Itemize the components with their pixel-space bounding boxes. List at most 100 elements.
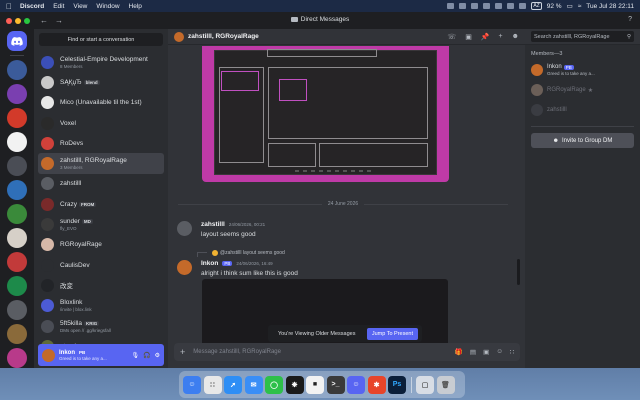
- dm-list-item[interactable]: 5ft5killa KRIG DMs open // .gg/kriegsfall: [38, 316, 164, 336]
- dm-list-item[interactable]: sunder MD fly_EVO: [38, 214, 164, 234]
- tray-icon[interactable]: [447, 3, 455, 9]
- server-icon[interactable]: [7, 252, 27, 272]
- message-avatar[interactable]: [177, 221, 192, 236]
- tray-icon[interactable]: [507, 3, 515, 9]
- server-icon[interactable]: [7, 132, 27, 152]
- discord-home-button[interactable]: [7, 31, 27, 51]
- microphone-icon[interactable]: 🎙: [132, 352, 140, 359]
- downloads-stack-icon[interactable]: ▢: [416, 375, 434, 394]
- menu-edit[interactable]: Edit: [53, 3, 64, 10]
- server-icon[interactable]: [7, 180, 27, 200]
- member-item[interactable]: RGRoyalRage ★: [525, 80, 640, 100]
- dm-list-item[interactable]: RGRoyalRage: [38, 235, 164, 255]
- voice-call-icon[interactable]: ☏: [447, 33, 456, 41]
- tray-icon[interactable]: [495, 3, 503, 9]
- battery-icon[interactable]: ▭: [567, 2, 573, 10]
- server-icon[interactable]: [7, 300, 27, 320]
- dm-list-item[interactable]: zahstilll, RGRoyalRage 3 Members: [38, 153, 164, 174]
- tray-icon[interactable]: [483, 3, 491, 9]
- sticker-icon[interactable]: ▣: [483, 348, 489, 356]
- keyboard-layout-indicator[interactable]: AZ: [531, 2, 542, 10]
- safari-icon[interactable]: ➚: [224, 375, 242, 394]
- apps-icon[interactable]: ∷: [510, 348, 514, 356]
- terminal-icon[interactable]: >_: [326, 375, 345, 394]
- server-icon[interactable]: [7, 348, 27, 368]
- server-icon[interactable]: [7, 156, 27, 176]
- menu-clock[interactable]: Tue Jul 28 22:11: [586, 3, 634, 10]
- tray-icon[interactable]: [519, 3, 527, 9]
- menu-app-name[interactable]: Discord: [20, 3, 44, 10]
- direct-messages-icon: [290, 16, 298, 22]
- wifi-icon[interactable]: ≈: [578, 3, 582, 10]
- message-author[interactable]: Inkon: [201, 260, 218, 267]
- member-item[interactable]: zahstilll: [525, 100, 640, 120]
- search-input[interactable]: Search zahstilll, RGRoyalRage ⚲: [531, 31, 634, 42]
- trash-icon[interactable]: 🗑: [436, 375, 455, 394]
- message-image-attachment[interactable]: [202, 46, 449, 182]
- tray-icon[interactable]: [459, 3, 467, 9]
- launchpad-icon[interactable]: ∷: [203, 375, 222, 394]
- dm-list-item[interactable]: ЅĄҚџЂ blend: [38, 72, 164, 92]
- user-panel: Inkon PB Greed is to take any a... 🎙 🎧 ⚙: [38, 344, 164, 366]
- roblox-icon[interactable]: ■: [306, 375, 324, 394]
- message-timestamp: 24/06/2026, 16:49: [236, 261, 273, 266]
- video-call-icon[interactable]: ▣: [465, 33, 472, 41]
- invite-to-group-dm-button[interactable]: ☻ Invite to Group DM: [531, 133, 634, 148]
- dm-list-item[interactable]: CaulisDev: [38, 255, 164, 275]
- user-tag: PB: [77, 350, 88, 355]
- message-input[interactable]: Message zahstilll, RGRoyalRage: [193, 349, 281, 355]
- message-author[interactable]: zahstilll: [201, 221, 225, 228]
- discord-icon[interactable]: ☺: [347, 375, 365, 394]
- menu-view[interactable]: View: [73, 3, 87, 10]
- server-icon[interactable]: [7, 204, 27, 224]
- jump-to-present-button[interactable]: Jump To Present: [366, 327, 418, 340]
- server-icon[interactable]: [7, 60, 27, 80]
- member-item[interactable]: Inkon PB Greed is to take any a...: [525, 60, 640, 80]
- gear-icon[interactable]: ⚙: [155, 352, 160, 359]
- add-friends-icon[interactable]: +: [499, 33, 503, 41]
- macos-dock: ☺ ∷ ➚ ✉ ◯ ❋ ■ >_ ☺ ✱ Ps ▢ 🗑: [179, 371, 465, 398]
- chat-scrollbar[interactable]: [517, 259, 520, 285]
- find-conversation-button[interactable]: Find or start a conversation: [39, 33, 163, 46]
- apple-menu-icon[interactable]: : [6, 2, 12, 11]
- headphones-icon[interactable]: 🎧: [143, 352, 150, 359]
- server-icon[interactable]: [7, 84, 27, 104]
- user-avatar[interactable]: [42, 348, 55, 362]
- dm-list-item[interactable]: Mico (Unavailable til the 1st): [38, 93, 164, 113]
- mail-icon[interactable]: ✉: [244, 375, 263, 394]
- dm-name: Crazy: [60, 200, 77, 208]
- dm-list-item[interactable]: Crazy FROM: [38, 194, 164, 214]
- menu-help[interactable]: Help: [129, 3, 142, 10]
- gift-icon[interactable]: 🎁: [455, 348, 463, 356]
- pin-icon[interactable]: 📌: [481, 33, 490, 41]
- member-avatar: [531, 84, 543, 96]
- message-avatar[interactable]: [177, 260, 192, 275]
- server-icon[interactable]: [7, 276, 27, 296]
- dm-list-item[interactable]: 改変: [38, 275, 164, 295]
- emoji-icon[interactable]: ☺: [496, 348, 503, 356]
- gif-icon[interactable]: ▤: [470, 348, 476, 356]
- photoshop-icon[interactable]: Ps: [388, 375, 406, 394]
- star-icon: ★: [587, 87, 594, 94]
- menu-window[interactable]: Window: [96, 3, 119, 10]
- dm-list-item[interactable]: Celestial-Empire Development 8 Members: [38, 52, 164, 72]
- reply-reference[interactable]: @zahstilll layout seems good: [197, 249, 285, 257]
- server-icon[interactable]: [7, 228, 27, 248]
- tray-icon[interactable]: [471, 3, 479, 9]
- dm-tag: FROM: [78, 201, 97, 207]
- chatgpt-icon[interactable]: ❋: [285, 375, 304, 394]
- dm-list-item[interactable]: Bloxlink/invite | blox.link: [38, 296, 164, 316]
- upload-plus-icon[interactable]: +: [180, 347, 185, 357]
- spark-icon[interactable]: ✱: [367, 375, 386, 394]
- battery-percent[interactable]: 92 %: [547, 3, 562, 10]
- dm-list-item[interactable]: RoDevs: [38, 133, 164, 153]
- server-icon[interactable]: [7, 108, 27, 128]
- chat-title[interactable]: zahstilll, RGRoyalRage: [188, 33, 259, 40]
- finder-icon[interactable]: ☺: [183, 375, 201, 394]
- dm-list-item[interactable]: Voxel: [38, 113, 164, 133]
- server-icon[interactable]: [7, 324, 27, 344]
- help-icon[interactable]: ?: [628, 16, 632, 23]
- dm-list-item[interactable]: zahstilll: [38, 174, 164, 194]
- member-list-icon[interactable]: ☻: [512, 33, 519, 41]
- messages-icon[interactable]: ◯: [265, 375, 283, 394]
